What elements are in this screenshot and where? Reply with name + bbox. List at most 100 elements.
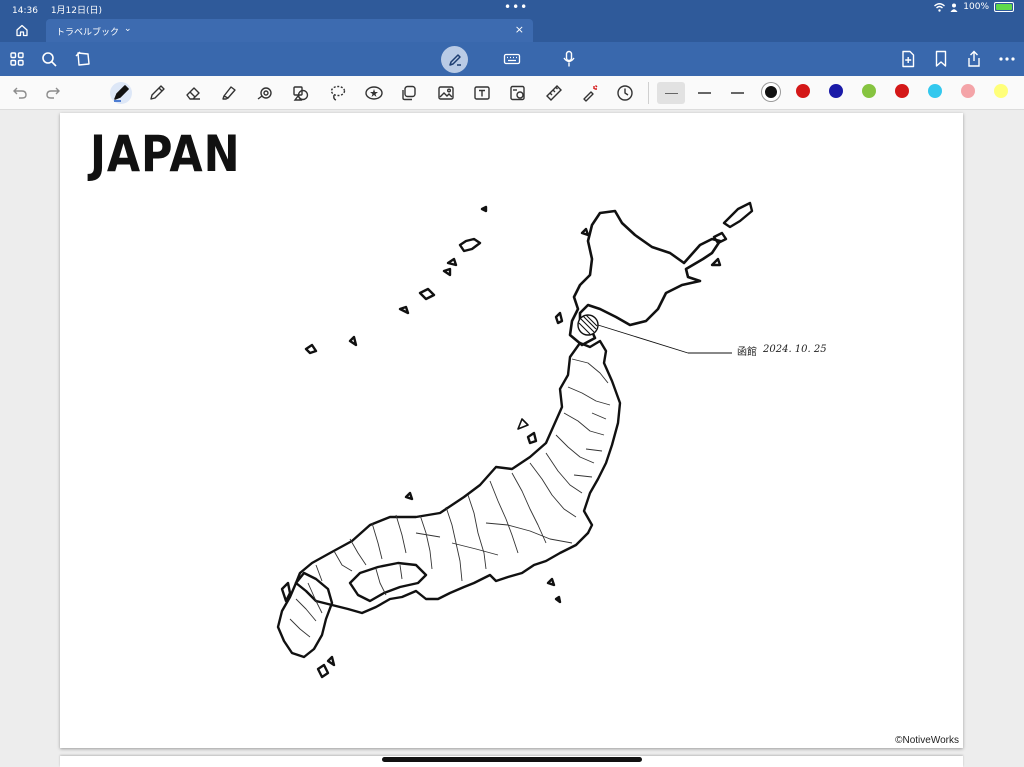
copyright-text: ©NotiveWorks	[895, 735, 959, 746]
main-toolbar	[0, 42, 1024, 76]
more-button[interactable]	[996, 48, 1018, 70]
chevron-down-icon[interactable]: ⌄	[124, 24, 132, 34]
image-tool[interactable]	[435, 82, 457, 104]
search-button[interactable]	[38, 48, 60, 70]
hakodate-marker	[577, 314, 732, 354]
highlighter-icon	[222, 86, 236, 100]
kuril-islands	[710, 201, 754, 267]
color-swatch-cyan[interactable]	[928, 84, 942, 98]
sticker-icon	[365, 86, 383, 100]
sticker-tool[interactable]	[363, 82, 385, 104]
image-icon	[438, 86, 454, 100]
color-swatch-red-2[interactable]	[895, 84, 909, 98]
element-tool[interactable]	[290, 82, 312, 104]
color-swatch-yellow[interactable]	[994, 84, 1008, 98]
microphone-icon	[563, 50, 575, 67]
more-icon	[999, 57, 1015, 61]
amami-islands	[316, 655, 336, 679]
shape-icon	[257, 87, 272, 100]
home-indicator[interactable]	[382, 757, 642, 762]
battery-percentage: 100%	[963, 2, 989, 12]
home-icon	[16, 24, 28, 37]
japan-map-drawing	[276, 201, 754, 679]
keyboard-icon	[503, 53, 521, 65]
annotation-place: 函館	[737, 347, 757, 358]
camera-icon	[510, 85, 525, 101]
close-tab-icon[interactable]: ×	[515, 23, 524, 36]
search-icon	[41, 51, 57, 67]
eraser-icon	[186, 87, 200, 100]
color-swatch-navy[interactable]	[829, 84, 843, 98]
clock-icon	[617, 85, 633, 101]
battery-charging-icon	[994, 2, 1014, 12]
color-swatch-green[interactable]	[862, 84, 876, 98]
okushiri-island	[554, 311, 564, 325]
ruler-icon	[546, 85, 562, 101]
color-swatch-pink[interactable]	[961, 84, 975, 98]
oki-islands	[404, 491, 414, 501]
honshu-tohoku	[578, 339, 622, 535]
pen-mode-button[interactable]	[441, 46, 468, 73]
redo-icon	[46, 87, 60, 99]
color-swatch-red[interactable]	[796, 84, 810, 98]
undo-icon	[13, 87, 27, 99]
sado-island	[526, 431, 538, 445]
stroke-weight-thick[interactable]	[723, 82, 751, 104]
microphone-button[interactable]	[558, 48, 580, 70]
annotation-date: 2024. 10. 25	[763, 344, 827, 355]
keyboard-button[interactable]	[501, 48, 523, 70]
bookmark-button[interactable]	[930, 48, 952, 70]
notebook-page[interactable]: JAPAN 函館 2024. 10. 25 ©NotiveWorks	[60, 113, 963, 748]
person-icon	[950, 3, 958, 12]
pen-tool[interactable]	[110, 82, 132, 104]
stroke-weight-medium[interactable]	[690, 82, 718, 104]
west-islands	[304, 205, 488, 355]
grid-view-icon	[10, 52, 24, 66]
stroke-weight-thin[interactable]	[657, 82, 685, 104]
honshu-pacific-coast	[294, 531, 590, 615]
text-box-tool[interactable]	[471, 82, 493, 104]
noto-peninsula	[517, 418, 529, 430]
lasso-tool[interactable]	[327, 82, 349, 104]
status-time: 14:36	[12, 6, 38, 16]
laser-pointer-tool[interactable]	[579, 82, 601, 104]
home-button[interactable]	[10, 21, 34, 39]
toolbar-divider	[648, 82, 649, 104]
rishiri-island	[580, 227, 590, 237]
copy-tool[interactable]	[398, 82, 420, 104]
status-date: 1月12日(日)	[50, 6, 103, 16]
lasso-share-icon	[75, 51, 90, 66]
undo-button[interactable]	[9, 82, 31, 104]
lasso-share-button[interactable]	[72, 48, 94, 70]
add-page-button[interactable]	[897, 48, 919, 70]
bookmark-icon	[935, 50, 947, 67]
share-button[interactable]	[963, 48, 985, 70]
lasso-icon	[330, 85, 346, 101]
highlighter-tool[interactable]	[218, 82, 240, 104]
element-icon	[293, 86, 309, 101]
tab-travel-book[interactable]: トラベルブック ⌄ ×	[46, 19, 533, 42]
redo-button[interactable]	[42, 82, 64, 104]
tab-title: トラベルブック	[56, 28, 120, 38]
clock-tool[interactable]	[614, 82, 636, 104]
eraser-tool[interactable]	[182, 82, 204, 104]
camera-tool[interactable]	[507, 82, 529, 104]
ruler-tool[interactable]	[543, 82, 565, 104]
tab-bar: トラベルブック ⌄ ×	[0, 18, 1024, 42]
pencil-icon	[150, 85, 165, 100]
wifi-icon	[934, 2, 946, 12]
add-page-icon	[902, 50, 915, 68]
grid-view-button[interactable]	[6, 48, 28, 70]
izu-islands	[546, 577, 562, 604]
color-swatch-black[interactable]	[762, 83, 780, 101]
pen-icon	[114, 85, 129, 102]
shape-tool[interactable]	[254, 82, 276, 104]
pencil-tool[interactable]	[146, 82, 168, 104]
laser-pointer-icon	[583, 85, 598, 102]
status-bar: 14:36 1月12日(日) ••• 100%	[0, 0, 1024, 18]
multitasking-dots[interactable]: •••	[504, 0, 528, 14]
share-icon	[968, 50, 980, 67]
honshu-west-coast	[294, 341, 582, 585]
copy-icon	[402, 85, 416, 101]
pen-mode-icon	[448, 53, 461, 66]
